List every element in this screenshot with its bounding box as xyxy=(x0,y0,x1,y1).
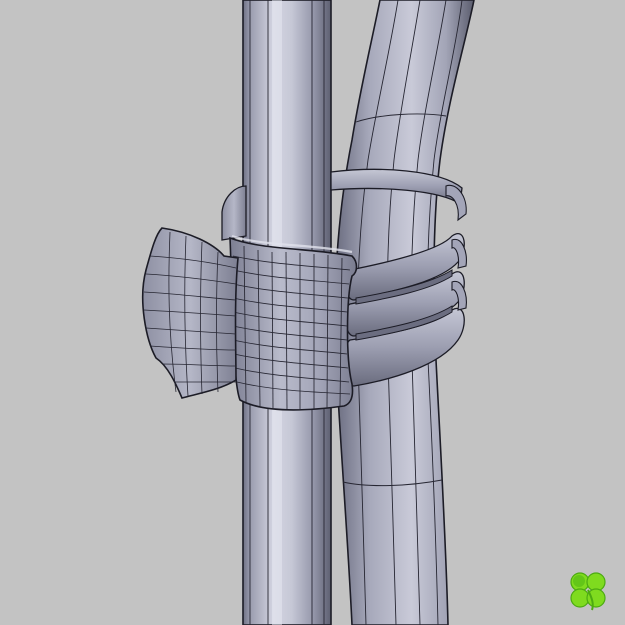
3d-viewport[interactable] xyxy=(0,0,625,625)
pipe-clamp-tab[interactable] xyxy=(141,227,239,399)
four-leaf-clover-icon xyxy=(570,572,606,611)
model-scene[interactable] xyxy=(0,0,625,625)
pipe-clamp-body[interactable] xyxy=(229,234,358,411)
